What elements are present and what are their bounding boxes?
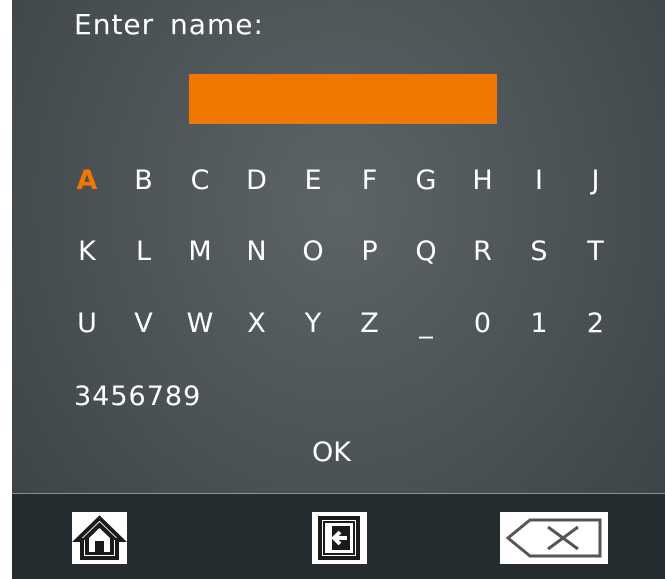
key-c[interactable]: C [180,164,220,198]
key-f[interactable]: F [350,164,390,198]
key-h[interactable]: H [463,164,503,198]
key-2[interactable]: 2 [576,307,616,341]
key-z[interactable]: Z [350,307,390,341]
key-r[interactable]: R [463,235,503,269]
key-k[interactable]: K [67,235,107,269]
exit-button[interactable] [312,512,367,564]
key-m[interactable]: M [180,235,220,269]
bottom-toolbar [12,493,665,579]
key-t[interactable]: T [576,235,616,269]
key-i[interactable]: I [519,164,559,198]
backspace-icon [505,518,602,558]
key-1[interactable]: 1 [519,307,559,341]
ok-button[interactable]: OK [312,436,351,470]
exit-icon [318,516,360,560]
key-o[interactable]: O [293,235,333,269]
key-0[interactable]: 0 [463,307,503,341]
key-y[interactable]: Y [293,307,333,341]
key-j[interactable]: J [576,164,616,198]
key-b[interactable]: B [124,164,164,198]
prompt-label: Enter name: [74,8,264,41]
digits-row-key[interactable]: 3456789 [74,380,201,414]
backspace-button[interactable] [500,512,608,564]
key-l[interactable]: L [124,235,164,269]
key-d[interactable]: D [237,164,277,198]
key-w[interactable]: W [180,307,220,341]
home-button[interactable] [72,512,127,564]
name-input-field[interactable] [189,74,497,124]
key-e[interactable]: E [293,164,333,198]
key-s[interactable]: S [519,235,559,269]
key-underscore[interactable]: _ [406,307,446,341]
key-x[interactable]: X [237,307,277,341]
key-n[interactable]: N [237,235,277,269]
key-a[interactable]: A [67,164,107,198]
key-v[interactable]: V [124,307,164,341]
key-p[interactable]: P [350,235,390,269]
name-entry-screen: Enter name: A B C D E F G H I J K L M N O P Q R S T U V W X Y Z _ 0… [12,0,665,579]
home-icon [72,515,127,560]
key-q[interactable]: Q [406,235,446,269]
key-g[interactable]: G [406,164,446,198]
key-u[interactable]: U [67,307,107,341]
